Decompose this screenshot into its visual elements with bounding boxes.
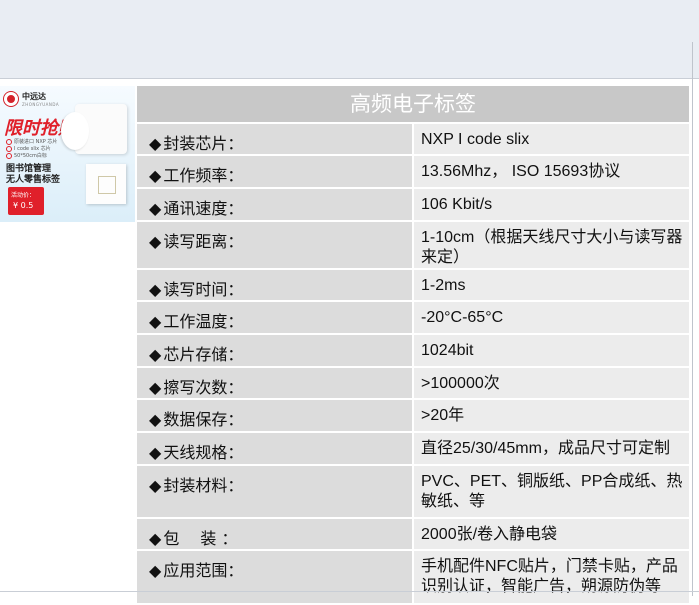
table-row: ◆ 封装材料： PVC、PET、铜版纸、PP合成纸、热敏纸、等 — [137, 465, 689, 519]
table-row: ◆ 数据保存： >20年 — [137, 399, 689, 433]
label-text: 封装芯片： — [163, 134, 244, 153]
row-label: ◆ 数据保存： — [137, 399, 414, 433]
row-value: 1-10cm（根据天线尺寸大小与读写器来定） — [413, 221, 689, 270]
label-text: 封装材料： — [163, 476, 244, 495]
table-row: ◆ 包 装 ： 2000张/卷入静电袋 — [137, 518, 689, 551]
diamond-icon: ◆ — [149, 443, 162, 462]
brand-subtitle: ZHONGYUANDA — [22, 102, 60, 107]
table-row: ◆ 工作温度： -20°C-65°C — [137, 301, 689, 335]
row-label: ◆ 包 装 ： — [137, 518, 414, 551]
label-roll-image — [61, 104, 127, 154]
price-value: ¥ 0.5 — [13, 201, 34, 210]
row-value: -20°C-65°C — [413, 301, 689, 335]
diamond-icon: ◆ — [149, 199, 162, 218]
scroll-edge — [692, 42, 693, 596]
table-title: 高频电子标签 — [137, 86, 689, 124]
diamond-icon: ◆ — [149, 529, 162, 548]
label-text: 通讯速度： — [163, 199, 244, 218]
row-value: 2000张/卷入静电袋 — [413, 518, 689, 551]
diamond-icon: ◆ — [149, 312, 162, 331]
diamond-icon: ◆ — [149, 410, 162, 429]
label-text: 工作频率： — [163, 166, 244, 185]
label-text: 包 装 ： — [163, 529, 238, 548]
row-value: 直径25/30/45mm，成品尺寸可定制 — [413, 432, 689, 466]
top-bar — [0, 0, 699, 78]
row-value: 1-2ms — [413, 269, 689, 302]
label-text: 读写距离： — [163, 232, 244, 251]
label-text: 应用范围： — [163, 561, 244, 580]
row-label: ◆ 工作温度： — [137, 301, 414, 335]
diamond-icon: ◆ — [149, 378, 162, 397]
row-label: ◆ 封装材料： — [137, 465, 414, 519]
diamond-icon: ◆ — [149, 134, 162, 153]
banner-headline: 无人零售标签 — [6, 175, 61, 185]
row-label: ◆ 天线规格： — [137, 432, 414, 466]
label-text: 数据保存： — [163, 410, 244, 429]
diamond-icon: ◆ — [149, 345, 162, 364]
feature-item: 50*50cm白标 — [6, 152, 47, 159]
brand-name: 中远达 — [22, 92, 46, 101]
diamond-icon: ◆ — [149, 280, 162, 299]
label-text: 擦写次数： — [163, 378, 244, 397]
feature-item: I code slix 芯片 — [6, 145, 51, 152]
row-value: PVC、PET、铜版纸、PP合成纸、热敏纸、等 — [413, 465, 689, 519]
brand-logo-icon — [4, 92, 18, 106]
row-label: ◆ 芯片存储： — [137, 334, 414, 368]
diamond-icon: ◆ — [149, 232, 162, 251]
row-value: 1024bit — [413, 334, 689, 368]
table-row: ◆ 芯片存储： 1024bit — [137, 334, 689, 368]
row-value: 13.56Mhz， ISO 15693协议 — [413, 155, 689, 189]
price-badge: 活动价： ¥ 0.5 — [8, 187, 44, 215]
price-label: 活动价： — [11, 192, 36, 199]
row-value: 106 Kbit/s — [413, 188, 689, 222]
row-value: >100000次 — [413, 367, 689, 400]
label-text: 读写时间： — [163, 280, 244, 299]
row-label: ◆ 擦写次数： — [137, 367, 414, 400]
product-banner[interactable]: 中远达 ZHONGYUANDA 限时抢购 原装进口 NXP 芯片 I code … — [0, 86, 135, 222]
rfid-tag-image — [86, 164, 126, 204]
table-row: ◆ 读写时间： 1-2ms — [137, 269, 689, 302]
row-value: NXP I code slix — [413, 123, 689, 156]
row-label: ◆ 通讯速度： — [137, 188, 414, 222]
feature-item: 原装进口 NXP 芯片 — [6, 138, 57, 145]
spec-table: 高频电子标签 ◆ 封装芯片： NXP I code slix ◆ 工作频率： 13.… — [137, 86, 689, 605]
table-row: ◆ 读写距离： 1-10cm（根据天线尺寸大小与读写器来定） — [137, 221, 689, 270]
label-text: 工作温度： — [163, 312, 244, 331]
label-text: 芯片存储： — [163, 345, 244, 364]
row-label: ◆ 工作频率： — [137, 155, 414, 189]
diamond-icon: ◆ — [149, 166, 162, 185]
table-row: ◆ 封装芯片： NXP I code slix — [137, 123, 689, 156]
table-row: ◆ 天线规格： 直径25/30/45mm，成品尺寸可定制 — [137, 432, 689, 466]
table-row: ◆ 擦写次数： >100000次 — [137, 367, 689, 400]
row-label: ◆ 读写时间： — [137, 269, 414, 302]
diamond-icon: ◆ — [149, 561, 162, 580]
divider — [0, 591, 699, 592]
table-row: ◆ 工作频率： 13.56Mhz， ISO 15693协议 — [137, 155, 689, 189]
label-text: 天线规格： — [163, 443, 244, 462]
diamond-icon: ◆ — [149, 476, 162, 495]
table-row: ◆ 通讯速度： 106 Kbit/s — [137, 188, 689, 222]
row-label: ◆ 封装芯片： — [137, 123, 414, 156]
row-label: ◆ 读写距离： — [137, 221, 414, 270]
row-value: >20年 — [413, 399, 689, 433]
divider — [0, 78, 699, 79]
